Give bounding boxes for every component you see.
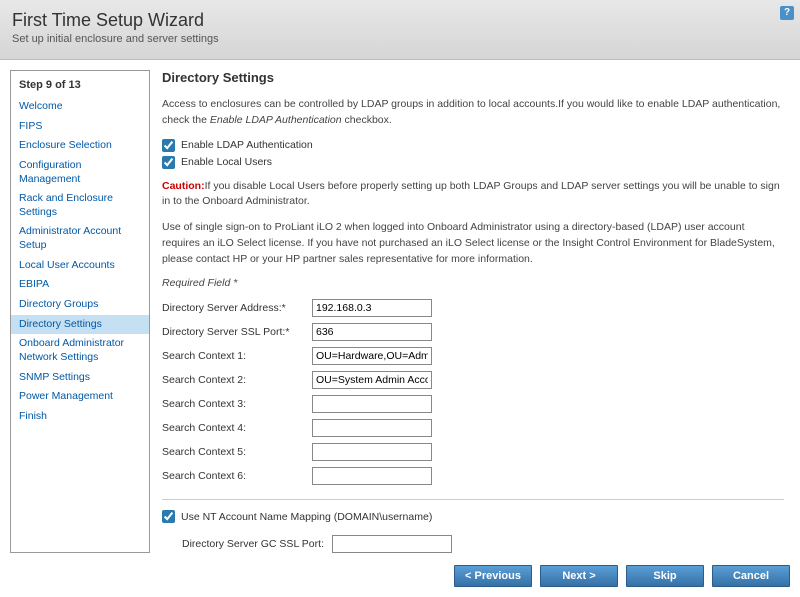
dir-server-ssl-input[interactable] — [312, 323, 432, 341]
search-context-4-label: Search Context 4: — [162, 422, 312, 434]
step-indicator: Step 9 of 13 — [11, 75, 149, 97]
sidebar-item-snmp[interactable]: SNMP Settings — [11, 368, 149, 388]
nt-mapping-label: Use NT Account Name Mapping (DOMAIN\user… — [181, 511, 432, 523]
cancel-button[interactable]: Cancel — [712, 565, 790, 587]
search-context-2-label: Search Context 2: — [162, 374, 312, 386]
skip-button[interactable]: Skip — [626, 565, 704, 587]
help-icon[interactable]: ? — [780, 6, 794, 20]
next-button[interactable]: Next > — [540, 565, 618, 587]
sidebar-item-config-mgmt[interactable]: Configuration Management — [11, 156, 149, 189]
dir-server-addr-label: Directory Server Address:* — [162, 302, 312, 314]
sidebar-item-admin-account[interactable]: Administrator Account Setup — [11, 222, 149, 255]
gc-ssl-label: Directory Server GC SSL Port: — [182, 538, 324, 550]
sidebar-item-rack-enclosure[interactable]: Rack and Enclosure Settings — [11, 189, 149, 222]
enable-ldap-row: Enable LDAP Authentication — [162, 139, 784, 152]
gc-ssl-input[interactable] — [332, 535, 452, 553]
search-context-2-input[interactable] — [312, 371, 432, 389]
page-title: First Time Setup Wizard — [12, 10, 788, 31]
search-context-3-label: Search Context 3: — [162, 398, 312, 410]
wizard-sidebar: Step 9 of 13 Welcome FIPS Enclosure Sele… — [10, 70, 150, 553]
search-context-1-label: Search Context 1: — [162, 350, 312, 362]
enable-local-label: Enable Local Users — [181, 156, 272, 168]
search-context-3-input[interactable] — [312, 395, 432, 413]
sidebar-item-directory-groups[interactable]: Directory Groups — [11, 295, 149, 315]
enable-ldap-checkbox[interactable] — [162, 139, 175, 152]
dir-server-ssl-row: Directory Server SSL Port:* — [162, 323, 784, 341]
sidebar-item-welcome[interactable]: Welcome — [11, 97, 149, 117]
sidebar-item-oa-network[interactable]: Onboard Administrator Network Settings — [11, 334, 149, 367]
search-context-6-row: Search Context 6: — [162, 467, 784, 485]
caution-text: Caution:If you disable Local Users befor… — [162, 179, 784, 211]
nt-mapping-checkbox[interactable] — [162, 510, 175, 523]
sidebar-item-ebipa[interactable]: EBIPA — [11, 275, 149, 295]
search-context-3-row: Search Context 3: — [162, 395, 784, 413]
section-heading: Directory Settings — [162, 70, 784, 85]
search-context-4-row: Search Context 4: — [162, 419, 784, 437]
previous-button[interactable]: < Previous — [454, 565, 532, 587]
sidebar-item-finish[interactable]: Finish — [11, 407, 149, 427]
dir-server-addr-row: Directory Server Address:* — [162, 299, 784, 317]
sidebar-item-enclosure-selection[interactable]: Enclosure Selection — [11, 136, 149, 156]
enable-local-checkbox[interactable] — [162, 156, 175, 169]
main-content: Directory Settings Access to enclosures … — [162, 70, 790, 553]
gc-ssl-row: Directory Server GC SSL Port: — [182, 535, 784, 553]
wizard-footer: < Previous Next > Skip Cancel — [0, 553, 800, 597]
search-context-2-row: Search Context 2: — [162, 371, 784, 389]
sso-text: Use of single sign-on to ProLiant iLO 2 … — [162, 220, 784, 267]
sidebar-item-power-mgmt[interactable]: Power Management — [11, 387, 149, 407]
sidebar-item-fips[interactable]: FIPS — [11, 117, 149, 137]
search-context-5-row: Search Context 5: — [162, 443, 784, 461]
intro-text: Access to enclosures can be controlled b… — [162, 97, 784, 129]
search-context-6-input[interactable] — [312, 467, 432, 485]
search-context-5-label: Search Context 5: — [162, 446, 312, 458]
separator — [162, 499, 784, 500]
search-context-5-input[interactable] — [312, 443, 432, 461]
search-context-1-row: Search Context 1: — [162, 347, 784, 365]
dir-server-addr-input[interactable] — [312, 299, 432, 317]
page-subtitle: Set up initial enclosure and server sett… — [12, 33, 788, 45]
enable-ldap-label: Enable LDAP Authentication — [181, 139, 313, 151]
search-context-4-input[interactable] — [312, 419, 432, 437]
search-context-1-input[interactable] — [312, 347, 432, 365]
sidebar-item-directory-settings[interactable]: Directory Settings — [11, 315, 149, 335]
nt-mapping-row: Use NT Account Name Mapping (DOMAIN\user… — [162, 510, 784, 523]
required-field-note: Required Field * — [162, 277, 784, 289]
wizard-header: First Time Setup Wizard Set up initial e… — [0, 0, 800, 60]
search-context-6-label: Search Context 6: — [162, 470, 312, 482]
sidebar-item-local-users[interactable]: Local User Accounts — [11, 256, 149, 276]
dir-server-ssl-label: Directory Server SSL Port:* — [162, 326, 312, 338]
enable-local-row: Enable Local Users — [162, 156, 784, 169]
